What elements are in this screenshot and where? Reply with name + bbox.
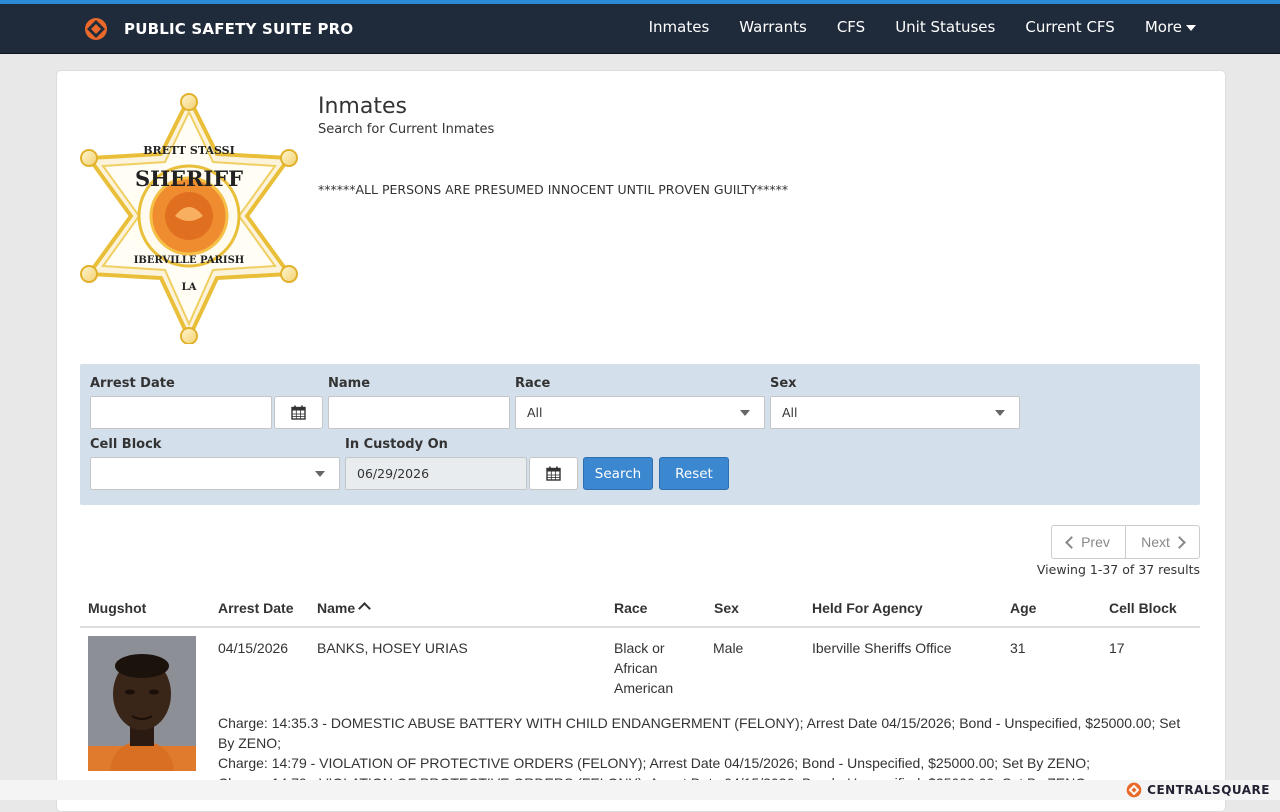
cell-agency: Iberville Sheriffs Office: [812, 640, 952, 656]
col-header-race[interactable]: Race: [614, 600, 647, 616]
footer-bar: CENTRALSQUARE: [0, 780, 1280, 800]
centralsquare-logo-icon: [1126, 782, 1142, 798]
brand-logo-icon: [85, 18, 107, 40]
mugshot-image[interactable]: [88, 636, 196, 771]
sex-label: Sex: [770, 376, 797, 391]
cell-cell-block: 17: [1109, 640, 1125, 656]
presumed-innocent-notice: ******ALL PERSONS ARE PRESUMED INNOCENT …: [318, 182, 789, 197]
cell-race: Black or African American: [614, 638, 673, 698]
charge-line: Charge: 14:79 - VIOLATION OF PROTECTIVE …: [218, 755, 1090, 771]
page-title: Inmates: [318, 94, 407, 119]
prev-button[interactable]: Prev: [1052, 526, 1125, 558]
sex-select-value: All: [782, 405, 798, 420]
dropdown-arrow-icon: [740, 410, 750, 416]
table-header-divider: [80, 626, 1200, 628]
nav-more-dropdown[interactable]: More: [1145, 18, 1196, 36]
next-label: Next: [1141, 534, 1170, 550]
name-input[interactable]: [328, 396, 510, 429]
search-button[interactable]: Search: [583, 457, 653, 490]
cell-name[interactable]: BANKS, HOSEY URIAS: [317, 638, 468, 658]
cell-age: 31: [1010, 640, 1026, 656]
cell-sex: Male: [713, 640, 744, 656]
charge-line: Charge: 14:35.3 - DOMESTIC ABUSE BATTERY…: [218, 715, 1181, 751]
nav-more-label: More: [1144, 18, 1182, 36]
in-custody-input[interactable]: 06/29/2026: [345, 457, 527, 490]
navbar: PUBLIC SAFETY SUITE PRO Inmates Warrants…: [0, 4, 1280, 54]
cell-race-line3: American: [614, 680, 674, 696]
sex-select[interactable]: All: [770, 396, 1020, 429]
brand[interactable]: PUBLIC SAFETY SUITE PRO: [84, 16, 353, 42]
col-header-agency[interactable]: Held For Agency: [812, 600, 923, 616]
nav-current-cfs[interactable]: Current CFS: [1025, 18, 1114, 36]
name-label: Name: [328, 376, 371, 391]
col-header-arrest-date[interactable]: Arrest Date: [218, 600, 293, 616]
sheriff-star-icon: BRETT STASSI SHERIFF IBERVILLE PARISH LA: [80, 93, 298, 345]
results-count: Viewing 1-37 of 37 results: [1036, 562, 1200, 577]
arrest-date-input[interactable]: [90, 396, 272, 429]
cell-race-line2: African: [614, 660, 658, 676]
nav-inmates[interactable]: Inmates: [649, 18, 710, 36]
chevron-right-icon: [1173, 535, 1186, 549]
prev-label: Prev: [1081, 534, 1110, 550]
badge-top-text: BRETT STASSI: [143, 144, 235, 157]
nav-cfs[interactable]: CFS: [837, 18, 865, 36]
cell-arrest-date: 04/15/2026: [218, 640, 289, 656]
badge-main-text: SHERIFF: [135, 166, 243, 191]
race-select[interactable]: All: [515, 396, 765, 429]
dropdown-arrow-icon: [995, 410, 1005, 416]
sort-ascending-icon: [358, 602, 372, 615]
centralsquare-logo-text: CENTRALSQUARE: [1147, 783, 1270, 797]
calendar-icon: [291, 405, 306, 420]
col-header-sex[interactable]: Sex: [714, 600, 739, 616]
badge-bottom-text: IBERVILLE PARISH: [134, 255, 245, 266]
page-subtitle: Search for Current Inmates: [318, 122, 495, 137]
col-header-name[interactable]: Name: [317, 600, 372, 616]
cell-block-select[interactable]: [90, 457, 340, 490]
in-custody-label: In Custody On: [345, 437, 448, 452]
col-header-age[interactable]: Age: [1010, 600, 1036, 616]
col-header-mugshot: Mugshot: [88, 600, 147, 616]
cell-block-label: Cell Block: [90, 437, 162, 452]
col-header-cell-block[interactable]: Cell Block: [1109, 600, 1177, 616]
cell-race-line1: Black or: [614, 640, 665, 656]
brand-name: PUBLIC SAFETY SUITE PRO: [124, 20, 354, 38]
mugshot-photo: [88, 636, 196, 771]
chevron-left-icon: [1065, 535, 1078, 549]
race-label: Race: [515, 376, 551, 391]
reset-button[interactable]: Reset: [659, 457, 729, 490]
in-custody-calendar-button[interactable]: [529, 457, 578, 490]
dropdown-arrow-icon: [315, 471, 325, 477]
arrest-date-label: Arrest Date: [90, 376, 175, 391]
badge-state-text: LA: [182, 282, 197, 293]
calendar-icon: [546, 466, 561, 481]
race-select-value: All: [527, 405, 543, 420]
nav-warrants[interactable]: Warrants: [739, 18, 807, 36]
centralsquare-logo: CENTRALSQUARE: [1126, 780, 1270, 800]
arrest-date-calendar-button[interactable]: [274, 396, 323, 429]
next-button[interactable]: Next: [1125, 526, 1199, 558]
nav-unit-statuses[interactable]: Unit Statuses: [895, 18, 995, 36]
pagination: Prev Next: [1051, 525, 1200, 559]
col-header-name-label: Name: [317, 600, 356, 616]
sheriff-badge-logo: BRETT STASSI SHERIFF IBERVILLE PARISH LA: [79, 92, 299, 345]
caret-down-icon: [1186, 24, 1196, 31]
nav-links: Inmates Warrants CFS Unit Statuses Curre…: [619, 4, 1196, 50]
